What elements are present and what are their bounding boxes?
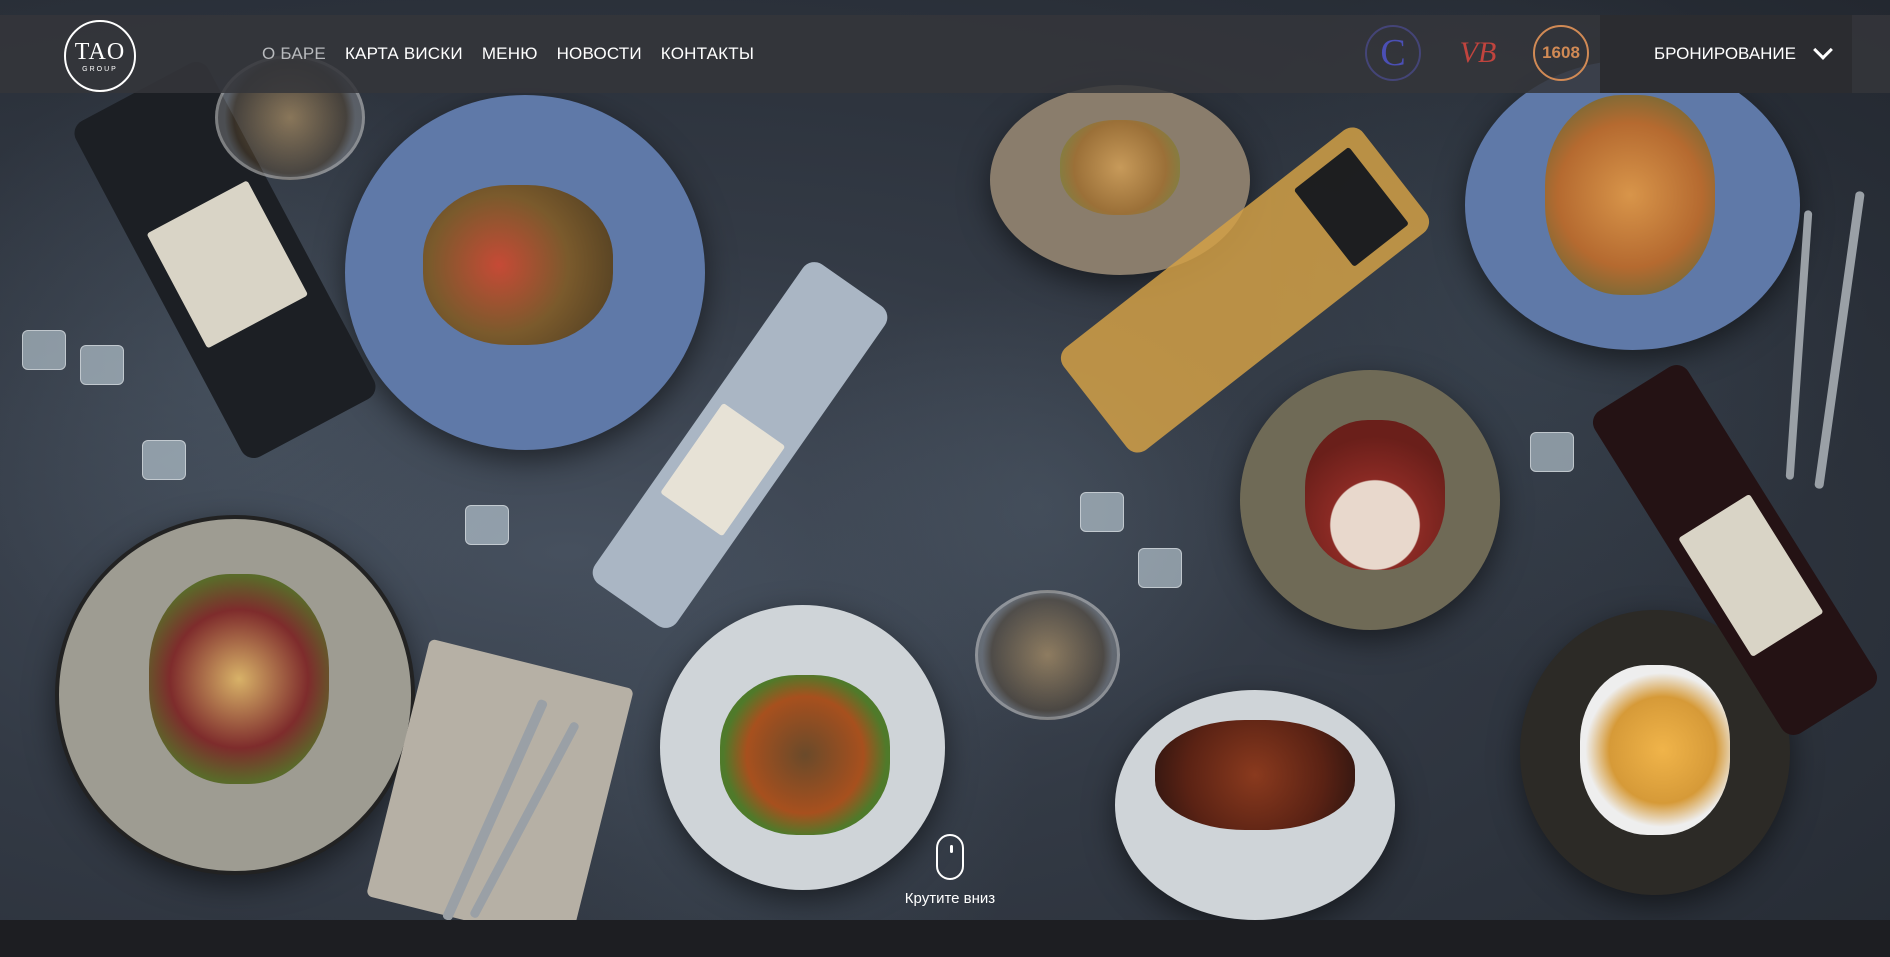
plate-steak — [55, 515, 415, 875]
mouse-icon — [936, 834, 964, 880]
ice-cube — [22, 330, 66, 370]
ice-cube — [1080, 492, 1124, 532]
scroll-down-label: Крутите вниз — [904, 890, 996, 907]
ice-cube — [465, 505, 509, 545]
plate-blue-salad — [345, 95, 705, 450]
nav-item-about[interactable]: О БАРЕ — [262, 44, 326, 64]
booking-dropdown-button[interactable]: БРОНИРОВАНИЕ — [1600, 15, 1852, 93]
plate-blue-shrimp — [1465, 60, 1800, 350]
nav-item-menu[interactable]: МЕНЮ — [482, 44, 538, 64]
ice-cube — [1138, 548, 1182, 588]
nav-item-news[interactable]: НОВОСТИ — [557, 44, 642, 64]
scroll-down-hint[interactable]: Крутите вниз — [880, 834, 1020, 907]
ice-cube — [1530, 432, 1574, 472]
plate-white-right — [1115, 690, 1395, 920]
nav-item-contacts[interactable]: КОНТАКТЫ — [661, 44, 754, 64]
partner-logo-1608-text: 1608 — [1542, 43, 1580, 62]
page-bottom-band — [0, 920, 1890, 957]
partner-logo-1608[interactable]: 1608 — [1533, 25, 1589, 81]
ice-cube — [80, 345, 124, 385]
logo-mark: TAO — [74, 38, 126, 65]
hero-background-photo — [0, 0, 1890, 920]
nav-item-whisky-map[interactable]: КАРТА ВИСКИ — [345, 44, 463, 64]
plate-tartare — [1240, 370, 1500, 630]
logo-subtitle: GROUP — [82, 65, 118, 73]
partner-logo-c-text: C — [1380, 32, 1406, 74]
whisky-glass — [975, 590, 1120, 720]
top-navbar: TAO GROUP О БАРЕ КАРТА ВИСКИ МЕНЮ НОВОСТ… — [0, 15, 1890, 93]
tao-group-logo[interactable]: TAO GROUP — [64, 20, 136, 92]
main-navigation: О БАРЕ КАРТА ВИСКИ МЕНЮ НОВОСТИ КОНТАКТЫ — [262, 15, 754, 93]
chevron-down-icon — [1813, 40, 1833, 60]
partner-logo-vb[interactable]: VB — [1450, 25, 1506, 81]
mouse-wheel — [950, 845, 953, 853]
partner-logo-c[interactable]: C — [1365, 25, 1421, 81]
partner-logo-vb-text: VB — [1459, 36, 1497, 69]
ice-cube — [142, 440, 186, 480]
booking-label: БРОНИРОВАНИЕ — [1654, 44, 1796, 63]
